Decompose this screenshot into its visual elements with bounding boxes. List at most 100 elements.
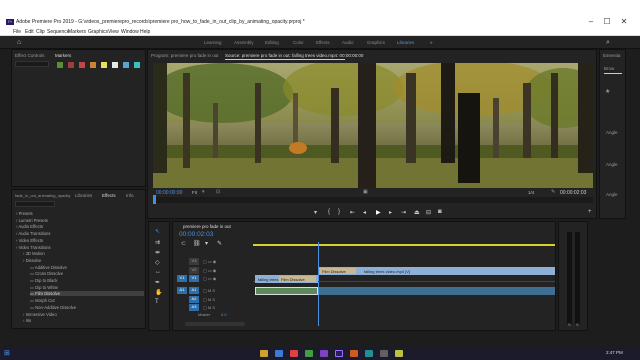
tab-info[interactable]: Info	[126, 193, 134, 198]
extract-icon[interactable]: ⊟	[426, 209, 431, 216]
slip-tool-icon[interactable]: ↔	[155, 269, 161, 275]
wrench-icon[interactable]: ✎	[217, 240, 222, 247]
settings-icon[interactable]: ▣	[363, 189, 368, 195]
razor-tool-icon[interactable]: ◇	[155, 259, 160, 266]
fit-dropdown[interactable]: Fit	[192, 190, 197, 195]
premiere-taskbar-icon[interactable]	[335, 350, 343, 357]
effect-folder[interactable]: › Video Effects	[16, 238, 144, 243]
add-marker-icon[interactable]: ▾	[205, 240, 208, 247]
ripple-edit-icon[interactable]: ⇹	[155, 249, 160, 256]
workspace-learning[interactable]: Learning	[204, 40, 222, 45]
clip-v2-falling-trees-video[interactable]: Film Dissolve falling trees video.mp4 [V…	[319, 267, 555, 275]
star-icon[interactable]: ★	[605, 88, 610, 95]
chevron-down-icon[interactable]: ▾	[202, 189, 205, 195]
mute-icon[interactable]: ▢ M S	[203, 288, 215, 293]
source-patch-a1[interactable]: A1	[177, 287, 187, 294]
marker-color-green[interactable]	[57, 62, 63, 68]
export-frame-icon[interactable]: ◙	[438, 209, 442, 215]
menu-graphics[interactable]: Graphics	[88, 29, 108, 35]
master-volume[interactable]: 0.0	[221, 312, 227, 317]
zoom-icon[interactable]: ⊡	[216, 189, 220, 195]
menu-file[interactable]: File	[13, 29, 21, 35]
program-timecode[interactable]: 00:00:00:00	[156, 190, 182, 196]
hand-tool-icon[interactable]: ✋	[155, 289, 162, 296]
play-icon[interactable]: ▶	[376, 209, 381, 216]
tab-project[interactable]: fade_in_out_animating_opacity	[15, 193, 70, 198]
effect-folder[interactable]: › Lumetri Presets	[16, 218, 144, 223]
workspace-audio[interactable]: Audio	[342, 40, 354, 45]
marker-color-red[interactable]	[68, 62, 74, 68]
solo-left[interactable]: S	[568, 322, 571, 327]
effect-item[interactable]: ▭ Film Dissolve	[30, 291, 144, 297]
effect-item[interactable]: ▭ Dip to Black	[30, 278, 144, 283]
snap-icon[interactable]: ⊂	[181, 240, 186, 247]
effects-search-input[interactable]	[15, 201, 55, 207]
workspace-graphics[interactable]: Graphics	[367, 40, 385, 45]
workspace-libraries[interactable]: Libraries	[397, 40, 414, 45]
effect-folder[interactable]: › Presets	[16, 211, 144, 216]
marker-color-cyan[interactable]	[134, 62, 140, 68]
step-back-icon[interactable]: ◂	[363, 209, 366, 216]
workspace-assembly[interactable]: Assembly	[234, 40, 254, 45]
track-a1[interactable]: A1	[189, 287, 199, 294]
resolution-ratio[interactable]: 1/4	[528, 190, 534, 195]
go-to-in-icon[interactable]: ⇤	[350, 209, 355, 216]
browse-tab[interactable]: Brow	[604, 66, 614, 71]
tab-effect-controls[interactable]: Effect Controls	[15, 53, 44, 58]
browser-icon[interactable]	[275, 350, 283, 357]
track-a3[interactable]: A3	[189, 304, 199, 311]
tab-essential-graphics[interactable]: Essentia	[603, 53, 620, 58]
app-icon[interactable]	[290, 350, 298, 357]
track-v2[interactable]: V2	[189, 267, 199, 274]
effect-folder[interactable]: › Audio Transitions	[16, 231, 144, 236]
app-icon[interactable]	[380, 350, 388, 357]
workspace-color[interactable]: Color	[293, 40, 304, 45]
transition-film-dissolve[interactable]: Film Dissolve	[320, 268, 356, 274]
effect-folder[interactable]: › Immersive Video	[23, 312, 144, 317]
effect-folder[interactable]: › Audio Effects	[16, 224, 144, 229]
monitor-scrubber[interactable]	[153, 197, 593, 203]
track-v3[interactable]: V3	[189, 258, 199, 265]
track-v1[interactable]: V1	[189, 275, 199, 282]
effect-folder[interactable]: › 3D Motion	[23, 251, 144, 256]
step-forward-icon[interactable]: ▸	[389, 209, 392, 216]
wrench-icon[interactable]: ✎	[551, 189, 555, 195]
search-icon[interactable]: ⌕	[606, 39, 610, 47]
template-item[interactable]: Angle	[606, 162, 618, 167]
lift-icon[interactable]: ⏏	[414, 209, 420, 216]
clip-a1-audio-right[interactable]	[319, 287, 555, 295]
effect-item[interactable]: ▭ Cross Dissolve	[30, 271, 144, 276]
tab-program-monitor[interactable]: Program: premiere pro fade in out	[151, 53, 219, 58]
track-a2[interactable]: A2	[189, 296, 199, 303]
menu-clip[interactable]: Clip	[36, 29, 45, 35]
type-tool-icon[interactable]: T	[155, 299, 159, 305]
tab-effects[interactable]: Effects	[102, 193, 116, 198]
markers-search-input[interactable]	[15, 61, 49, 67]
mark-out-icon[interactable]: }	[338, 209, 340, 215]
menu-markers[interactable]: Markers	[68, 29, 86, 35]
source-patch-v1[interactable]: V1	[177, 275, 187, 282]
timeline-playhead[interactable]	[318, 242, 319, 326]
mute-icon[interactable]: ▢ M S	[203, 305, 215, 310]
tab-libraries[interactable]: Libraries	[75, 193, 92, 198]
marker-color-yellow[interactable]	[101, 62, 107, 68]
marker-color-white[interactable]	[112, 62, 118, 68]
menu-window[interactable]: Window	[121, 29, 139, 35]
add-marker-icon[interactable]: ▾	[314, 209, 317, 216]
menu-sequence[interactable]: Sequence	[47, 29, 70, 35]
timeline-timecode[interactable]: 00:00:02:03	[179, 231, 213, 238]
close-icon[interactable]: ✕	[617, 17, 631, 26]
clip-v1-falling-trees[interactable]: falling trees Film Dissolve	[255, 275, 318, 283]
go-to-out-icon[interactable]: ⇥	[401, 209, 406, 216]
tab-markers[interactable]: Markers	[55, 53, 71, 58]
effect-folder[interactable]: › Dissolve	[23, 258, 144, 263]
track-select-icon[interactable]: ⇉	[155, 239, 160, 246]
app-icon[interactable]	[365, 350, 373, 357]
menu-edit[interactable]: Edit	[25, 29, 34, 35]
workspace-editing[interactable]: Editing	[265, 40, 279, 45]
windows-start-icon[interactable]: ⊞	[4, 349, 10, 357]
effect-item[interactable]: ▭ Dip to White	[30, 285, 144, 290]
template-item[interactable]: Angle	[606, 130, 618, 135]
lock-icon[interactable]: ▢ ▭ ◉	[203, 276, 216, 281]
file-explorer-icon[interactable]	[260, 350, 268, 357]
